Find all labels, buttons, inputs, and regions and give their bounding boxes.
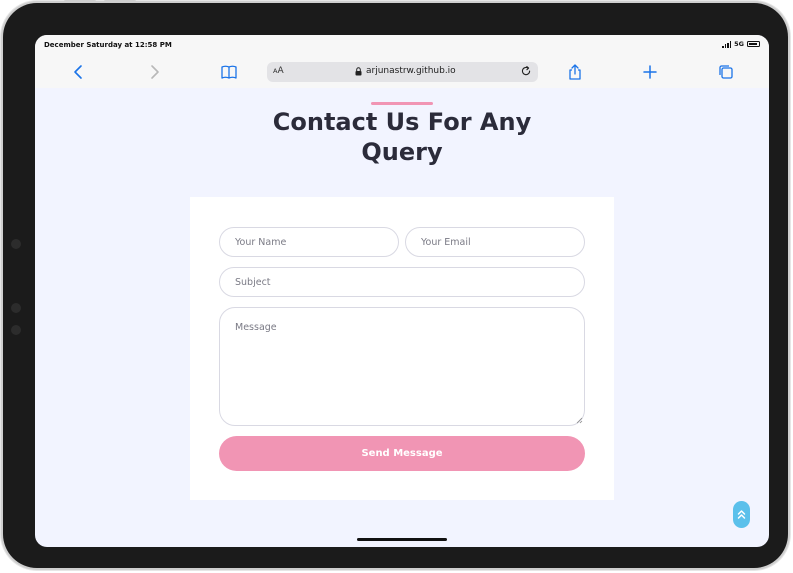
text-size-button[interactable]: AA <box>273 66 284 76</box>
message-textarea[interactable] <box>219 307 585 426</box>
reload-icon[interactable] <box>520 65 532 77</box>
battery-icon <box>747 41 760 47</box>
browser-toolbar: AA arjunastrw.github.io <box>35 55 769 88</box>
url-display[interactable]: arjunastrw.github.io <box>355 66 456 76</box>
double-chevron-up-icon <box>737 510 746 519</box>
page-content: Contact Us For Any Query Send Message <box>35 88 769 547</box>
signal-icon <box>722 41 732 48</box>
tabs-icon[interactable] <box>717 63 735 81</box>
name-input[interactable] <box>219 227 399 257</box>
subject-input[interactable] <box>219 267 585 297</box>
tablet-frame: December Saturday at 12:58 PM 5G AA arju… <box>3 3 788 568</box>
page-title: Contact Us For Any Query <box>272 108 532 166</box>
volume-button <box>104 0 136 3</box>
back-to-top-button[interactable] <box>733 501 750 528</box>
email-input[interactable] <box>405 227 585 257</box>
side-sensor <box>11 303 21 313</box>
book-icon[interactable] <box>220 63 238 81</box>
share-icon[interactable] <box>566 63 584 81</box>
plus-icon[interactable] <box>641 63 659 81</box>
url-text: arjunastrw.github.io <box>366 66 456 76</box>
screen: December Saturday at 12:58 PM 5G AA arju… <box>35 35 769 547</box>
address-bar[interactable]: AA arjunastrw.github.io <box>267 62 538 82</box>
contact-form: Send Message <box>190 197 614 500</box>
home-indicator <box>357 538 447 541</box>
status-time: December Saturday at 12:58 PM <box>44 41 172 49</box>
lock-icon <box>355 66 362 75</box>
title-accent-line <box>371 102 433 105</box>
status-bar: December Saturday at 12:58 PM 5G <box>35 35 769 55</box>
chevron-left-icon[interactable] <box>70 63 88 81</box>
side-sensor <box>11 239 21 249</box>
status-indicators: 5G <box>722 40 760 48</box>
send-message-button[interactable]: Send Message <box>219 436 585 471</box>
network-label: 5G <box>734 40 744 48</box>
resize-grip-icon[interactable] <box>576 417 583 424</box>
volume-button <box>64 0 96 3</box>
side-sensor <box>11 325 21 335</box>
chevron-right-icon[interactable] <box>145 63 163 81</box>
